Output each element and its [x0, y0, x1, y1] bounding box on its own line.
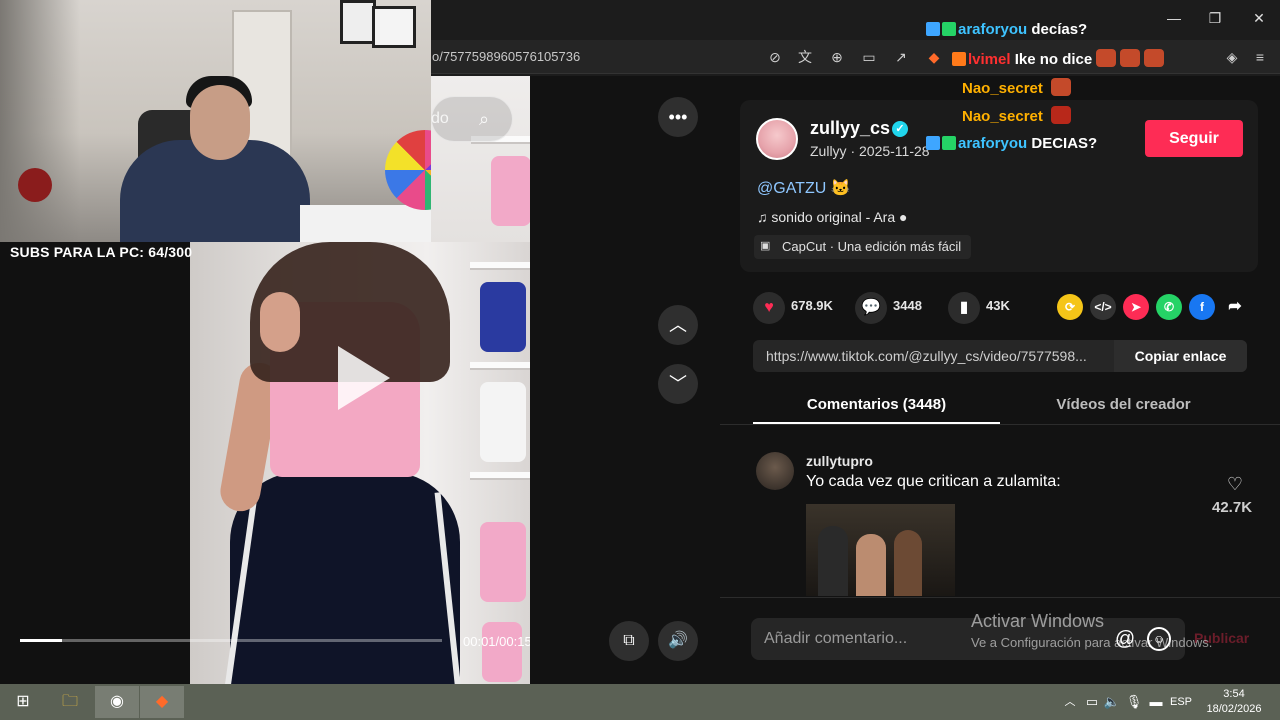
activate-windows-subtitle: Ve a Configuración para activar Windows. — [971, 635, 1213, 650]
pip-icon[interactable]: ⧉ — [609, 621, 649, 661]
comment-username[interactable]: zullytupro — [806, 453, 873, 469]
copy-link-button[interactable]: Copiar enlace — [1114, 340, 1247, 372]
screen: o/7577598960576105736 ⊘ 文 ⊕ ▭ ↗ ◆ ◈ ≡ — … — [0, 0, 1280, 720]
chat-message: Nao_secret — [962, 78, 1072, 97]
facebook-icon[interactable]: f — [1189, 294, 1215, 320]
follow-button[interactable]: Seguir — [1145, 120, 1243, 157]
comment-count: 3448 — [893, 298, 922, 313]
chat-message: araforyou DECIAS? — [926, 135, 1097, 152]
chat-message: Nao_secret — [962, 106, 1072, 125]
clock-date[interactable]: 18/02/2026 — [1202, 703, 1266, 715]
comment-placeholder: Añadir comentario... — [764, 630, 908, 647]
comment-avatar[interactable] — [756, 452, 794, 490]
share-icon[interactable]: ↗ — [891, 47, 911, 67]
comment-text: Yo cada vez que critican a zulamita: — [806, 473, 1061, 490]
cast-icon[interactable]: ▭ — [859, 47, 879, 67]
bookmark-icon[interactable]: ▮ — [948, 292, 980, 324]
video-player[interactable] — [190, 242, 530, 684]
tab-creator-videos[interactable]: Vídeos del creador — [1000, 396, 1247, 413]
clock-time[interactable]: 3:54 — [1212, 688, 1256, 700]
progress-track[interactable] — [20, 639, 442, 642]
battery-icon[interactable]: ▬ — [1141, 688, 1171, 716]
like-count: 678.9K — [791, 298, 833, 313]
like-icon[interactable]: ♥ — [753, 292, 785, 324]
chat-text: DECIAS? — [1031, 135, 1098, 152]
chat-text: decías? — [1031, 21, 1088, 38]
capcut-icon: ▣ — [760, 240, 771, 252]
search-partial-text: do — [431, 110, 449, 127]
comment-divider — [720, 597, 1280, 598]
sound-link[interactable]: ♫ sonido original - Ara ● — [757, 209, 908, 225]
caption-mention[interactable]: @GATZU 🐱 — [757, 178, 851, 198]
forward-icon[interactable]: ➦ — [1222, 294, 1248, 320]
video-time: 00:01/00:15 — [463, 634, 532, 649]
file-explorer-icon[interactable]: 🗀 — [55, 688, 85, 716]
more-options-icon[interactable]: ••• — [658, 97, 698, 137]
save-count: 43K — [986, 298, 1010, 313]
windows-start-icon[interactable]: ⊞ — [8, 688, 38, 716]
video-link[interactable]: https://www.tiktok.com/@zullyy_cs/video/… — [766, 348, 1087, 364]
volume-icon[interactable]: 🔊 — [658, 621, 698, 661]
embed-icon[interactable]: </> — [1090, 294, 1116, 320]
webcam-feed — [0, 0, 431, 242]
close-icon[interactable]: ✕ — [1248, 8, 1270, 28]
chat-message: araforyou decías? — [926, 21, 1087, 38]
creator-subline: Zullyy · 2025-11-28 — [810, 143, 930, 159]
search-icon[interactable]: ⌕ — [473, 108, 495, 130]
chat-user: Nao_secret — [962, 108, 1043, 125]
translate-icon[interactable]: 文 — [795, 47, 815, 67]
play-icon[interactable] — [338, 346, 390, 410]
brave-shield-icon[interactable]: ◆ — [924, 47, 944, 67]
maximize-icon[interactable]: ❐ — [1204, 8, 1226, 28]
sound-text: sonido original - Ara — [771, 209, 896, 225]
chat-user: Nao_secret — [962, 80, 1043, 97]
send-icon[interactable]: ➤ — [1123, 294, 1149, 320]
obs-icon[interactable]: ◉ — [102, 688, 132, 716]
chevron-up-icon[interactable]: ︿ — [658, 305, 698, 345]
chat-user: lvimel — [968, 51, 1011, 68]
subs-goal-text: SUBS PARA LA PC: 64/300 — [10, 244, 193, 260]
comment-like-count: 42.7K — [1212, 499, 1253, 516]
repost-icon[interactable]: ⟳ — [1057, 294, 1083, 320]
url-text[interactable]: o/7577598960576105736 — [432, 49, 580, 64]
heart-icon[interactable]: ♡ — [1225, 474, 1245, 494]
vpn-icon[interactable]: ◈ — [1222, 47, 1242, 67]
tab-comments[interactable]: Comentarios (3448) — [753, 396, 1000, 413]
verified-icon: ✓ — [892, 121, 908, 137]
progress-fill — [20, 639, 62, 642]
chat-user: araforyou — [958, 135, 1028, 152]
whatsapp-icon[interactable]: ✆ — [1156, 294, 1182, 320]
zoom-icon[interactable]: ⊕ — [827, 47, 847, 67]
chat-user: araforyou — [958, 21, 1028, 38]
minimize-icon[interactable]: — — [1163, 8, 1185, 28]
chat-message: lvimel Ike no dice — [952, 49, 1165, 68]
creator-username[interactable]: zullyy_cs — [810, 118, 890, 139]
brave-icon[interactable]: ◆ — [147, 688, 177, 716]
no-camera-icon[interactable]: ⊘ — [765, 47, 785, 67]
prize-wheel — [385, 130, 431, 210]
activate-windows-title: Activar Windows — [971, 611, 1105, 631]
language-indicator[interactable]: ESP — [1170, 696, 1192, 708]
tabs-divider — [720, 424, 1280, 425]
creator-avatar[interactable] — [756, 118, 798, 160]
comment-icon[interactable]: 💬 — [855, 292, 887, 324]
capcut-badge[interactable]: CapCut · Una edición más fácil — [754, 235, 972, 259]
chat-text: Ike no dice — [1014, 51, 1093, 68]
comment-image[interactable] — [806, 504, 955, 596]
stream-background — [0, 242, 190, 684]
chevron-down-icon[interactable]: ﹀ — [658, 364, 698, 404]
tab-underline — [753, 422, 1000, 424]
menu-icon[interactable]: ≡ — [1250, 47, 1270, 67]
